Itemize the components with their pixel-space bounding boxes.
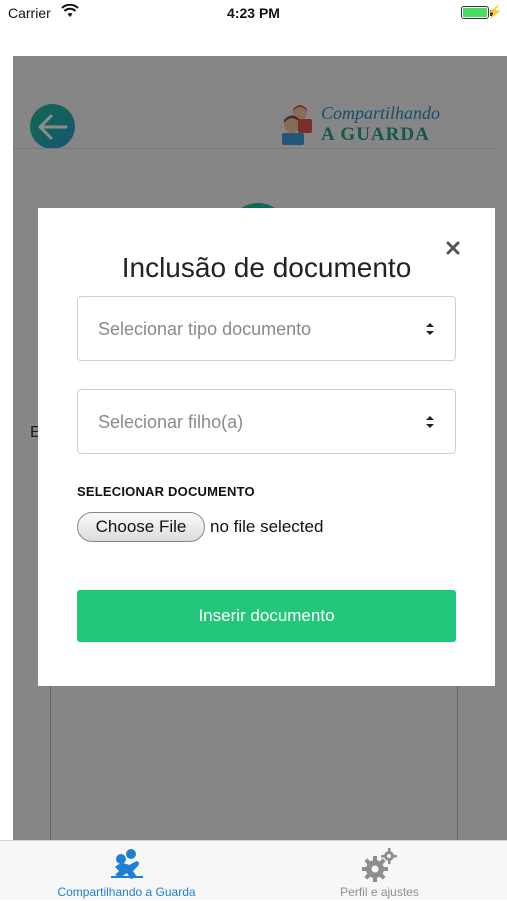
tab-label: Compartilhando a Guarda (57, 885, 196, 899)
document-type-select[interactable]: Selecionar tipo documento (77, 296, 456, 361)
tab-compartilhando[interactable]: Compartilhando a Guarda (0, 841, 253, 901)
tab-perfil[interactable]: Perfil e ajustes (253, 841, 506, 901)
select-document-label: SELECIONAR DOCUMENTO (77, 484, 255, 499)
child-select[interactable]: Selecionar filho(a) (77, 389, 456, 454)
file-status-text: no file selected (210, 517, 324, 536)
modal-title: Inclusão de documento (121, 252, 412, 283)
tab-label: Perfil e ajustes (340, 885, 419, 899)
select-arrows-icon (426, 323, 434, 335)
status-bar: Carrier 4:23 PM ⚡ (0, 0, 507, 28)
tab-bar: Compartilhando a Guarda Perfil e ajustes (0, 840, 507, 900)
charging-bolt-icon: ⚡ (486, 4, 503, 19)
kids-icon (110, 849, 143, 879)
battery-icon (461, 6, 489, 19)
status-time: 4:23 PM (227, 5, 280, 21)
choose-file-button[interactable]: Choose File (77, 512, 205, 542)
document-type-placeholder: Selecionar tipo documento (98, 319, 312, 339)
insert-document-button[interactable]: Inserir documento (77, 590, 456, 642)
document-modal: Inclusão de documento Selecionar tipo do… (38, 208, 495, 686)
select-arrows-icon (426, 416, 434, 428)
child-select-placeholder: Selecionar filho(a) (98, 412, 244, 432)
gears-icon (361, 848, 397, 882)
